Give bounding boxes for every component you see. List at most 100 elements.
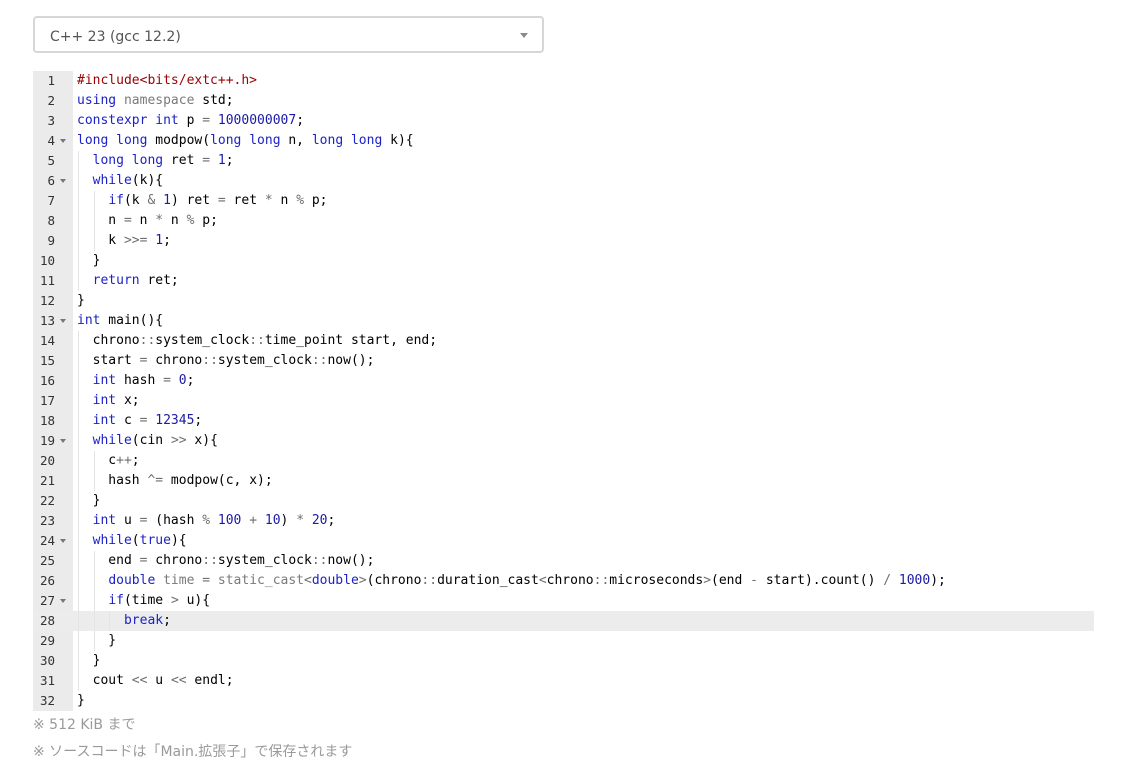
line-number: 9 [47,233,55,248]
code-text: break; [123,613,171,628]
fold-arrow-icon[interactable] [60,539,66,543]
line-number: 1 [47,73,55,88]
line-number: 10 [39,253,55,268]
code-text: if(time > u){ [108,593,211,608]
line-number: 15 [39,353,55,368]
code-line[interactable]: 12} [33,291,1094,311]
indent-guide [78,431,79,451]
code-line[interactable]: 27 if(time > u){ [33,591,1094,611]
indent-guide [78,611,79,631]
code-text: k >>= 1; [77,233,171,248]
code-line[interactable]: 18 int c = 12345; [33,411,1094,431]
indent-guide [109,611,111,631]
code-line[interactable]: 3 constexpr int p = 1000000007; [33,111,1094,131]
line-number: 30 [39,653,55,668]
line-number: 23 [39,513,55,528]
code-line[interactable]: 9 k >>= 1; [33,231,1094,251]
code-line[interactable]: 20 c++; [33,451,1094,471]
code-line[interactable]: 23 int u = (hash % 100 + 10) * 20; [33,511,1094,531]
indent-guide [78,571,79,591]
code-text: } [77,253,101,268]
code-text: } [77,633,117,648]
code-line[interactable]: 1 #include<bits/extc++.h> [33,71,1094,91]
code-text: int main(){ [77,313,164,328]
indent-guide [78,411,79,431]
code-line[interactable]: 15 start = chrono::system_clock::now(); [33,351,1094,371]
line-number: 8 [47,213,55,228]
indent-guide [78,171,79,191]
code-line[interactable]: 21 hash ^= modpow(c, x); [33,471,1094,491]
indent-guide [78,491,79,511]
code-line[interactable]: 30 } [33,651,1094,671]
code-line[interactable]: 16 int hash = 0; [33,371,1094,391]
line-number: 4 [47,133,55,148]
line-number: 28 [39,613,55,628]
code-text: constexpr int p = 1000000007; [77,113,305,128]
code-line[interactable]: 22 } [33,491,1094,511]
line-number: 24 [39,533,55,548]
code-line[interactable]: 5 long long ret = 1; [33,151,1094,171]
code-line[interactable]: 19 while(cin >> x){ [33,431,1094,451]
code-text: while(cin >> x){ [92,433,218,448]
code-text: int u = (hash % 100 + 10) * 20; [92,513,336,528]
line-number: 2 [47,93,55,108]
code-line[interactable]: 24 while(true){ [33,531,1094,551]
line-number: 17 [39,393,55,408]
code-line[interactable]: 17 int x; [33,391,1094,411]
code-text: return ret; [92,273,179,288]
fold-arrow-icon[interactable] [60,319,66,323]
chevron-down-icon[interactable] [520,33,528,38]
indent-guide [93,191,95,211]
line-number: 16 [39,373,55,388]
code-text: n = n * n % p; [77,213,218,228]
indent-guide [78,391,79,411]
code-text: c++; [77,453,140,468]
code-line[interactable]: 25 end = chrono::system_clock::now(); [33,551,1094,571]
indent-guide [78,271,79,291]
line-number: 12 [39,293,55,308]
code-line[interactable]: 4 long long modpow(long long n, long long… [33,131,1094,151]
code-line[interactable]: 14 chrono::system_clock::time_point star… [33,331,1094,351]
line-number: 19 [39,433,55,448]
code-line[interactable]: 31 cout << u << endl; [33,671,1094,691]
code-line[interactable]: 28 break; [33,611,1094,631]
code-text: } [77,693,85,708]
code-line[interactable]: 11 return ret; [33,271,1094,291]
indent-guide [78,231,79,251]
fold-arrow-icon[interactable] [60,179,66,183]
code-text: } [77,493,101,508]
code-text: double time = static_cast<double>(chrono… [108,573,946,588]
code-line[interactable]: 32} [33,691,1094,711]
code-editor[interactable]: 1 #include<bits/extc++.h> 2 using namespace… [33,71,1094,711]
indent-guide [93,591,95,611]
line-number: 31 [39,673,55,688]
indent-guide [78,451,79,471]
fold-arrow-icon[interactable] [60,139,66,143]
line-number: 13 [39,313,55,328]
line-number: 18 [39,413,55,428]
indent-guide [78,671,79,691]
code-line[interactable]: 8 n = n * n % p; [33,211,1094,231]
code-line[interactable]: 2 using namespace std; [33,91,1094,111]
code-line[interactable]: 10 } [33,251,1094,271]
code-text: end = chrono::system_clock::now(); [77,553,375,568]
line-number: 14 [39,333,55,348]
line-number: 7 [47,193,55,208]
code-text: long long ret = 1; [92,153,234,168]
line-number: 32 [39,693,55,708]
indent-guide [78,551,79,571]
code-line[interactable]: 29 } [33,631,1094,651]
code-line[interactable]: 7 if(k & 1) ret = ret * n % p; [33,191,1094,211]
indent-guide [78,151,79,171]
indent-guide [78,651,79,671]
line-number: 20 [39,453,55,468]
code-line[interactable]: 6 while(k){ [33,171,1094,191]
code-text: chrono::system_clock::time_point start, … [77,333,438,348]
indent-guide [93,571,95,591]
fold-arrow-icon[interactable] [60,599,66,603]
code-line[interactable]: 26 double time = static_cast<double>(chr… [33,571,1094,591]
fold-arrow-icon[interactable] [60,439,66,443]
language-select[interactable]: C++ 23 (gcc 12.2) [33,16,544,53]
line-number: 26 [39,573,55,588]
code-line[interactable]: 13 int main(){ [33,311,1094,331]
